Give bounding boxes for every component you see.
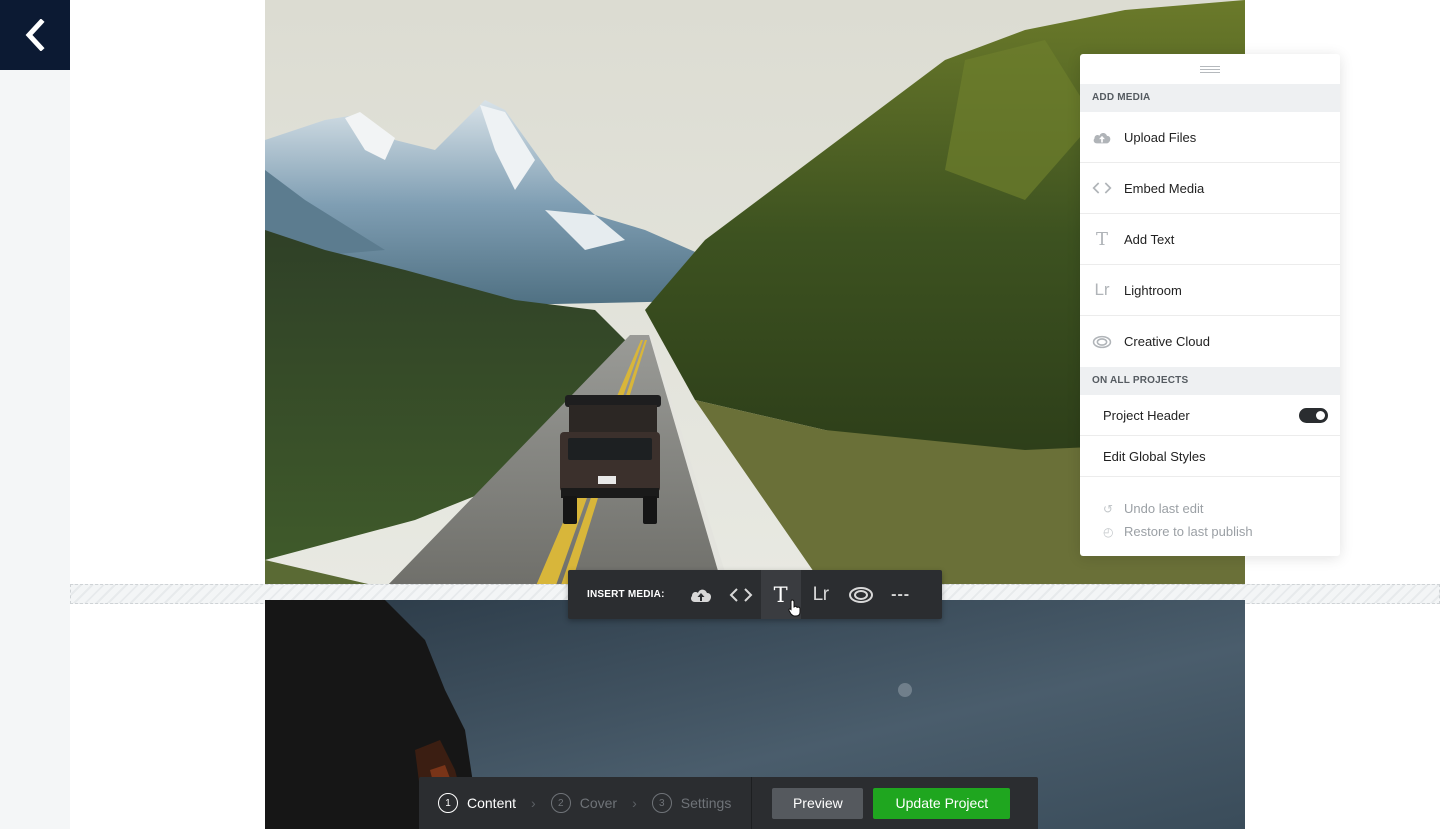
step-label: Content [467, 795, 517, 811]
panel-drag-handle[interactable] [1080, 54, 1340, 84]
undo-label: Undo last edit [1124, 501, 1204, 516]
insert-media-toolbar: INSERT MEDIA: T Lr --- [568, 570, 942, 619]
add-media-panel: ADD MEDIA Upload Files Embed Media T Add… [1080, 54, 1340, 556]
undo-icon: ↺ [1103, 501, 1114, 516]
upload-files-item[interactable]: Upload Files [1080, 112, 1340, 163]
editor-bottom-bar: 1 Content › 2 Cover › 3 Settings Preview… [419, 777, 1038, 829]
upload-files-label: Upload Files [1124, 129, 1197, 145]
chevron-right-icon: › [531, 795, 536, 811]
project-header-row: Project Header [1080, 395, 1340, 436]
bottom-bar-divider [751, 777, 753, 829]
lightroom-item[interactable]: Lr Lightroom [1080, 265, 1340, 316]
edit-global-styles-label: Edit Global Styles [1103, 448, 1206, 464]
restore-last-publish[interactable]: ◴ Restore to last publish [1103, 520, 1340, 543]
embed-media-label: Embed Media [1124, 180, 1205, 196]
creative-cloud-icon [848, 586, 873, 603]
preview-button[interactable]: Preview [772, 787, 864, 819]
creative-cloud-icon [1092, 332, 1112, 352]
history-actions: ↺ Undo last edit ◴ Restore to last publi… [1080, 477, 1340, 543]
creative-cloud-item[interactable]: Creative Cloud [1080, 316, 1340, 367]
cloud-upload-icon [690, 589, 711, 602]
step-number: 3 [651, 793, 672, 813]
step-number: 1 [438, 793, 458, 813]
text-icon: T [773, 582, 788, 607]
code-embed-icon [729, 587, 753, 602]
all-projects-header: ON ALL PROJECTS [1080, 367, 1340, 395]
chevron-left-icon [25, 19, 45, 51]
insert-media-label: INSERT MEDIA: [587, 589, 665, 600]
lightroom-icon: Lr [812, 583, 829, 605]
step-number: 2 [550, 793, 571, 813]
back-button[interactable] [0, 0, 70, 70]
insert-more-button[interactable]: --- [881, 570, 921, 619]
restore-icon: ◴ [1103, 524, 1114, 539]
step-content[interactable]: 1 Content [438, 793, 516, 813]
creative-cloud-label: Creative Cloud [1124, 334, 1210, 349]
cloud-upload-icon [1092, 127, 1112, 147]
more-icon: --- [891, 585, 911, 603]
insert-embed-button[interactable] [721, 570, 761, 619]
edit-global-styles-item[interactable]: Edit Global Styles [1080, 436, 1340, 477]
step-nav: 1 Content › 2 Cover › 3 Settings [419, 793, 731, 813]
insert-creative-cloud-button[interactable] [841, 570, 881, 619]
step-label: Cover [579, 795, 618, 811]
project-header-toggle[interactable] [1299, 407, 1328, 423]
embed-media-item[interactable]: Embed Media [1080, 163, 1340, 214]
add-text-item[interactable]: T Add Text [1080, 214, 1340, 265]
insert-lightroom-button[interactable]: Lr [801, 570, 841, 619]
chevron-right-icon: › [632, 795, 637, 811]
project-header-label: Project Header [1103, 407, 1190, 423]
add-text-label: Add Text [1124, 231, 1175, 247]
drag-handle-icon [1200, 65, 1220, 73]
hand-cursor-icon [788, 599, 801, 617]
update-project-button[interactable]: Update Project [873, 787, 1011, 819]
step-settings[interactable]: 3 Settings [651, 793, 732, 813]
code-embed-icon [1092, 178, 1112, 198]
lightroom-label: Lightroom [1124, 282, 1182, 298]
step-label: Settings [680, 795, 732, 811]
restore-label: Restore to last publish [1124, 524, 1253, 539]
step-cover[interactable]: 2 Cover [550, 793, 618, 813]
lightroom-icon: Lr [1094, 280, 1110, 299]
insert-upload-button[interactable] [681, 570, 721, 619]
text-icon: T [1095, 228, 1108, 250]
add-media-header: ADD MEDIA [1080, 84, 1340, 112]
undo-last-edit[interactable]: ↺ Undo last edit [1103, 497, 1340, 520]
